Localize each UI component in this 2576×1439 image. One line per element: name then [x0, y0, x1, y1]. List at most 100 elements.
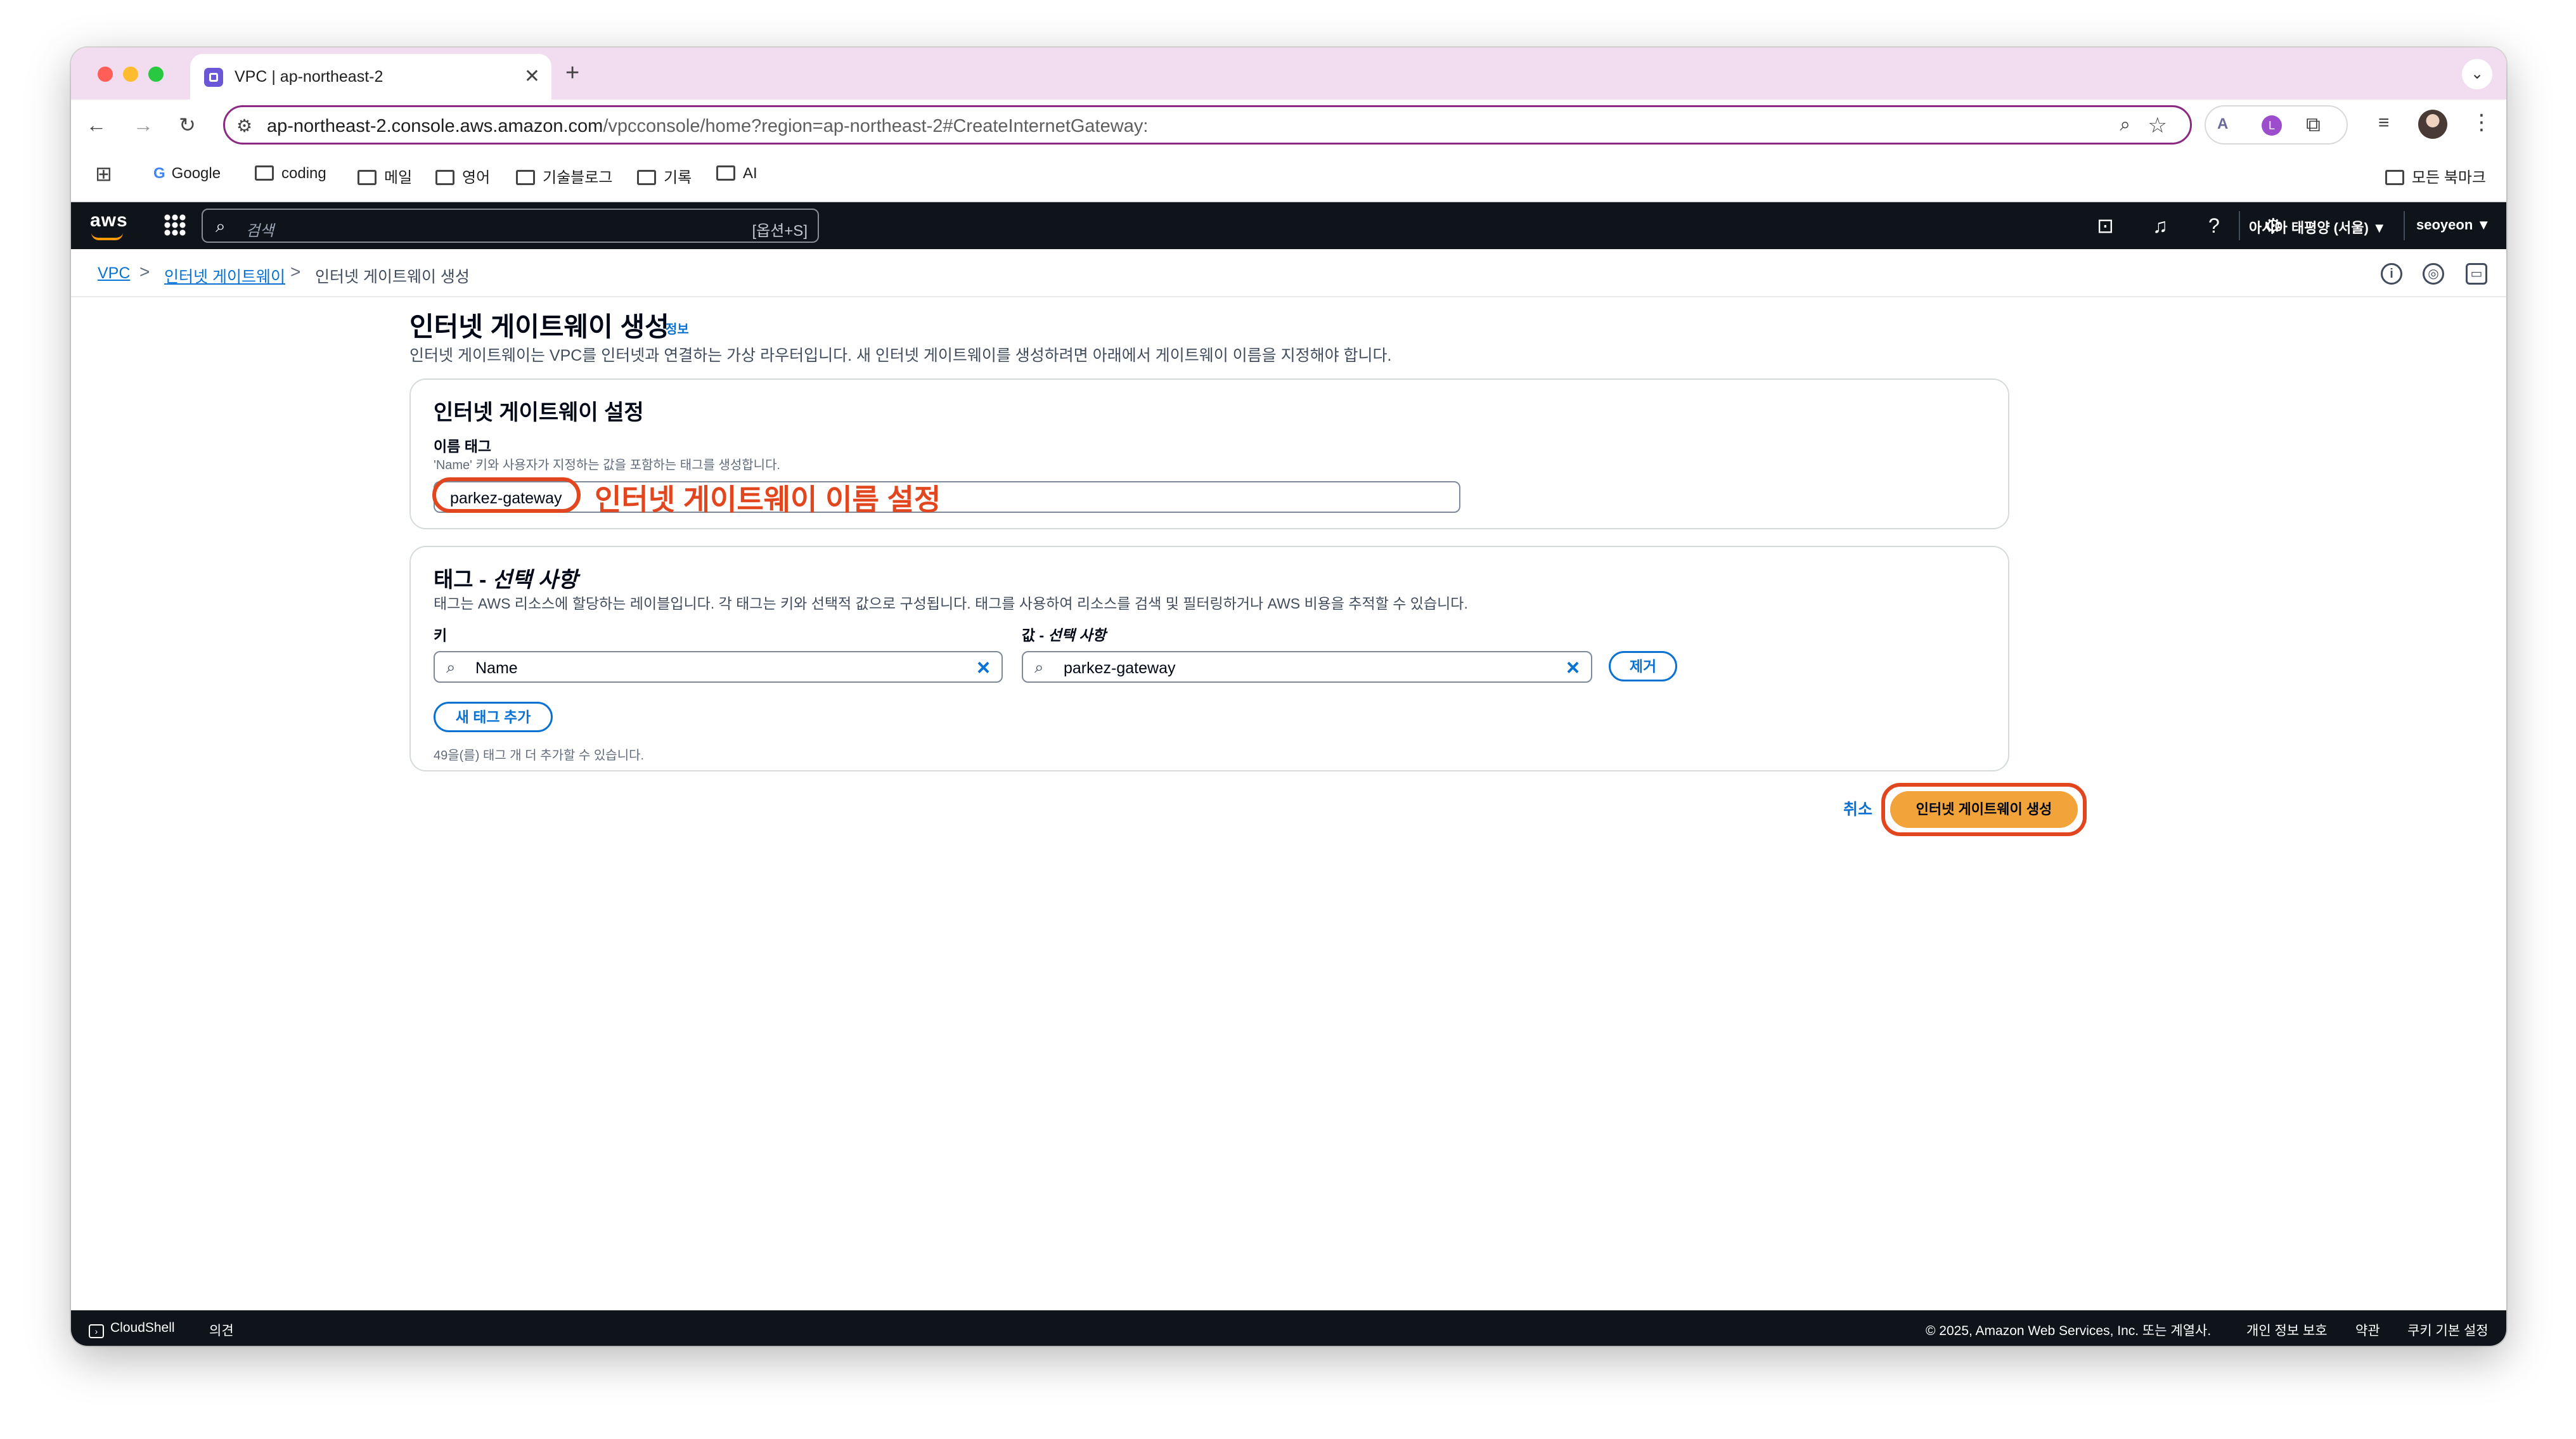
search-icon: ⌕	[446, 657, 456, 676]
add-tag-button[interactable]: 새 태그 추가	[434, 702, 553, 732]
bookmark-folder-ai[interactable]: AI	[716, 165, 757, 183]
aws-logo[interactable]: aws	[90, 210, 128, 231]
terms-link[interactable]: 약관	[2355, 1320, 2380, 1339]
vpc-favicon-icon	[204, 68, 223, 87]
forward-arrow-icon[interactable]: →	[133, 112, 153, 138]
key-label: 키	[434, 627, 448, 643]
info-icon[interactable]: i	[2381, 263, 2402, 285]
url-omnibox[interactable]: ⚙ ap-northeast-2.console.aws.amazon.com/…	[223, 105, 2192, 145]
create-internet-gateway-button[interactable]: 인터넷 게이트웨이 생성	[1890, 791, 2078, 828]
remove-tag-button[interactable]: 제거	[1609, 651, 1677, 681]
tab-title: VPC | ap-northeast-2	[235, 68, 383, 86]
copyright-text: © 2025, Amazon Web Services, Inc. 또는 계열사…	[1926, 1324, 2212, 1338]
annotation-highlight-ring	[432, 477, 581, 513]
browser-menu-icon[interactable]: ⋮	[2471, 110, 2492, 135]
breadcrumb-current: 인터넷 게이트웨이 생성	[315, 268, 470, 286]
close-window-button[interactable]	[98, 67, 113, 82]
zoom-icon[interactable]: ⌕	[2120, 114, 2130, 136]
tag-value-input[interactable]: ⌕ parkez-gateway ×	[1022, 651, 1592, 683]
breadcrumb-separator: >	[290, 262, 301, 281]
tags-panel: 태그 - 선택 사항 태그는 AWS 리소스에 할당하는 레이블입니다. 각 태…	[409, 546, 2009, 771]
breadcrumb: VPC > 인터넷 게이트웨이 > 인터넷 게이트웨이 생성 i ◎ ▭	[71, 249, 2506, 297]
new-tab-button[interactable]: +	[565, 60, 579, 86]
bookmark-folder-records[interactable]: 기록	[637, 165, 692, 187]
tags-description: 태그는 AWS 리소스에 할당하는 레이블입니다. 각 태그는 키와 선택적 값…	[434, 595, 1468, 612]
bookmark-folder-mail[interactable]: 메일	[357, 165, 412, 187]
media-control-icon[interactable]: ≡	[2378, 112, 2390, 134]
bookmark-star-icon[interactable]: ☆	[2148, 113, 2167, 138]
address-bar-row: ← → ↻ ⚙ ap-northeast-2.console.aws.amazo…	[71, 100, 2506, 150]
breadcrumb-internet-gateways[interactable]: 인터넷 게이트웨이	[164, 264, 285, 287]
zoom-window-button[interactable]	[148, 67, 164, 82]
tab-close-icon[interactable]: ✕	[524, 65, 540, 88]
bookmark-folder-english[interactable]: 영어	[435, 165, 490, 187]
close-icon[interactable]: ×	[977, 655, 990, 680]
gateway-settings-panel: 인터넷 게이트웨이 설정 이름 태그 'Name' 키와 사용자가 지정하는 값…	[409, 378, 2009, 529]
folder-icon	[637, 170, 656, 185]
tag-key-value: Name	[475, 659, 518, 677]
account-menu[interactable]: seoyeon ▼	[2416, 217, 2490, 233]
console-footer: › CloudShell 의견 © 2025, Amazon Web Servic…	[71, 1310, 2506, 1346]
folder-icon	[2385, 170, 2404, 185]
page-description: 인터넷 게이트웨이는 VPC를 인터넷과 연결하는 가상 라우터입니다. 새 인…	[409, 347, 1392, 365]
nav-divider	[2239, 211, 2240, 240]
google-icon: G	[153, 165, 165, 182]
folder-icon	[255, 165, 274, 181]
feedback-link[interactable]: 의견	[209, 1320, 234, 1339]
url-text[interactable]: ap-northeast-2.console.aws.amazon.com/vp…	[267, 116, 1148, 137]
site-settings-icon[interactable]: ⚙	[236, 115, 252, 136]
aws-top-nav: aws ⌕ 검색 [옵션+S] ⊡ ♫ ? ⚙ 아시아 태평양 (서울) ▼ s…	[71, 202, 2506, 249]
search-placeholder: 검색	[246, 223, 274, 240]
bookmark-folder-techblog[interactable]: 기술블로그	[516, 165, 612, 187]
browser-tab-active[interactable]: VPC | ap-northeast-2 ✕	[190, 54, 551, 100]
tag-key-input[interactable]: ⌕ Name ×	[434, 651, 1003, 683]
annotation-text: 인터넷 게이트웨이 이름 설정	[595, 483, 941, 516]
page-title: 인터넷 게이트웨이 생성	[409, 312, 669, 342]
cloudshell-link[interactable]: › CloudShell	[89, 1320, 175, 1338]
region-selector[interactable]: 아시아 태평양 (서울) ▼	[2249, 217, 2386, 237]
bookmark-folder-coding[interactable]: coding	[255, 165, 326, 183]
minimize-window-button[interactable]	[123, 67, 138, 82]
breadcrumb-separator: >	[139, 262, 150, 281]
search-shortcut: [옵션+S]	[752, 223, 808, 240]
back-arrow-icon[interactable]: ←	[86, 112, 106, 138]
bookmark-google[interactable]: G Google	[153, 165, 221, 183]
cloudshell-icon: ›	[89, 1324, 104, 1338]
apps-grid-icon[interactable]: ⊞	[95, 162, 112, 186]
breadcrumb-vpc[interactable]: VPC	[98, 264, 130, 283]
notifications-hex-icon[interactable]: ◎	[2423, 263, 2444, 285]
folder-icon	[435, 170, 454, 185]
close-icon[interactable]: ×	[1566, 655, 1580, 680]
search-icon: ⌕	[216, 216, 226, 236]
extension-profile-icon[interactable]: L	[2262, 115, 2282, 136]
help-icon[interactable]: ?	[2208, 214, 2220, 238]
cloudshell-icon[interactable]: ⊡	[2097, 214, 2114, 238]
cookie-settings-link[interactable]: 쿠키 기본 설정	[2407, 1320, 2489, 1339]
name-tag-description: 'Name' 키와 사용자가 지정하는 값을 포함하는 태그를 생성합니다.	[434, 458, 781, 472]
search-icon: ⌕	[1034, 657, 1044, 676]
extensions-group: A L ⧉	[2205, 105, 2348, 145]
name-tag-input[interactable]: parkez-gateway	[434, 481, 1460, 513]
extensions-puzzle-icon[interactable]: ⧉	[2306, 113, 2321, 137]
tab-strip: VPC | ap-northeast-2 ✕ + ⌄	[71, 48, 2506, 100]
folder-icon	[357, 170, 377, 185]
privacy-link[interactable]: 개인 정보 보호	[2246, 1320, 2328, 1339]
aws-logo-smile	[91, 233, 123, 240]
bell-icon[interactable]: ♫	[2153, 214, 2168, 238]
feedback-screen-icon[interactable]: ▭	[2466, 263, 2487, 285]
services-grid-icon[interactable]	[164, 214, 186, 236]
browser-window: VPC | ap-northeast-2 ✕ + ⌄ ← → ↻ ⚙ ap-no…	[71, 48, 2506, 1346]
reload-icon[interactable]: ↻	[179, 112, 196, 138]
info-link[interactable]: 정보	[666, 319, 689, 337]
cancel-button[interactable]: 취소	[1843, 797, 1872, 820]
profile-avatar[interactable]	[2418, 110, 2447, 139]
tab-search-chevron-icon[interactable]: ⌄	[2462, 59, 2492, 89]
bookmarks-bar: ⊞ G Google coding 메일 영어 기술블로그 기록 AI 모든 북마…	[71, 150, 2506, 202]
all-bookmarks-folder[interactable]: 모든 북마크	[2385, 165, 2486, 187]
folder-icon	[516, 170, 535, 185]
extension-reader-icon[interactable]: A	[2217, 115, 2228, 133]
panel-title: 태그 - 선택 사항	[434, 568, 578, 592]
aws-search-input[interactable]: ⌕ 검색 [옵션+S]	[202, 209, 819, 243]
tags-remaining-hint: 49을(를) 태그 개 더 추가할 수 있습니다.	[434, 749, 645, 763]
nav-divider	[2404, 211, 2405, 240]
